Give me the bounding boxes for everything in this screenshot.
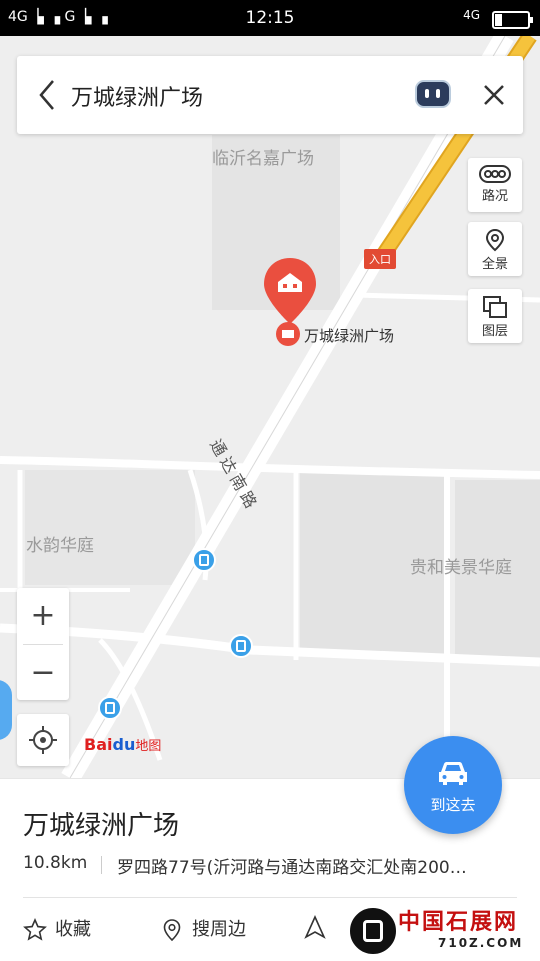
traffic-icon <box>479 165 511 183</box>
map-canvas[interactable]: 临沂名嘉广场 入口 万城绿洲广场 通达南路 水韵华庭 贵和美景华庭 <box>0 36 540 778</box>
layers-icon <box>483 296 507 318</box>
locate-button[interactable] <box>17 714 69 766</box>
watermark-logo-icon <box>348 906 398 956</box>
zoom-in-button[interactable]: + <box>17 588 69 643</box>
close-icon[interactable] <box>479 80 509 110</box>
panorama-button[interactable]: 全景 <box>468 222 522 276</box>
pin-icon <box>264 258 316 324</box>
location-pin[interactable] <box>262 256 318 326</box>
zoom-out-button[interactable]: − <box>17 645 69 700</box>
place-title: 万城绿洲广场 <box>23 811 180 841</box>
building-block <box>25 470 195 585</box>
location-accuracy-circle <box>0 680 12 740</box>
locate-icon <box>29 726 57 754</box>
divider <box>23 897 517 898</box>
panorama-label: 全景 <box>481 257 508 272</box>
go-here-button[interactable]: 到这去 <box>404 736 502 834</box>
traffic-label: 路况 <box>481 189 508 204</box>
navigation-arrow-icon <box>304 915 326 939</box>
baidu-logo: Baidu地图 <box>84 735 162 754</box>
layers-button[interactable]: 图层 <box>468 289 522 343</box>
layers-label: 图层 <box>481 324 508 339</box>
poi-label: 临沂名嘉广场 <box>212 149 314 169</box>
area-label: 水韵华庭 <box>26 536 94 556</box>
location-pin-icon <box>163 919 181 942</box>
watermark-url: 710Z.COM <box>438 936 524 950</box>
traffic-button[interactable]: 路况 <box>468 158 522 212</box>
distance-text: 10.8km <box>23 853 88 873</box>
go-here-label: 到这去 <box>430 796 476 814</box>
search-nearby-label: 搜周边 <box>192 919 246 940</box>
back-arrow-icon[interactable] <box>27 70 67 120</box>
battery-icon <box>492 11 533 29</box>
entrance-badge: 入口 <box>364 249 396 269</box>
favorite-button[interactable]: 收藏 <box>23 915 91 942</box>
watermark-title: 中国石展网 <box>398 910 519 935</box>
panorama-icon <box>485 228 505 252</box>
zoom-control: + − <box>17 588 69 700</box>
poi-marker-icon[interactable] <box>276 322 300 346</box>
divider <box>101 856 102 874</box>
address-text: 罗四路77号(沂河路与通达南路交汇处南200… <box>117 858 467 878</box>
star-icon <box>23 918 47 941</box>
bus-stop-icon[interactable] <box>98 696 122 720</box>
favorite-label: 收藏 <box>55 919 91 940</box>
network-type: 4G <box>463 8 480 22</box>
watermark: 中国石展网 710Z.COM <box>346 900 540 960</box>
search-query[interactable]: 万城绿洲广场 <box>71 80 203 112</box>
search-bar[interactable]: 万城绿洲广场 <box>17 56 523 134</box>
bus-stop-icon[interactable] <box>229 634 253 658</box>
voice-assistant-icon[interactable] <box>415 80 451 108</box>
area-label: 贵和美景华庭 <box>410 558 512 578</box>
bus-stop-icon[interactable] <box>192 548 216 572</box>
clock: 12:15 <box>245 8 295 28</box>
navigate-button[interactable] <box>303 915 335 939</box>
status-bar: 4G▕▖▗ G▕▖▗ 12:15 4G <box>0 0 540 36</box>
search-nearby-button[interactable]: 搜周边 <box>160 915 246 942</box>
car-icon <box>439 762 467 785</box>
place-map-label: 万城绿洲广场 <box>304 327 395 345</box>
